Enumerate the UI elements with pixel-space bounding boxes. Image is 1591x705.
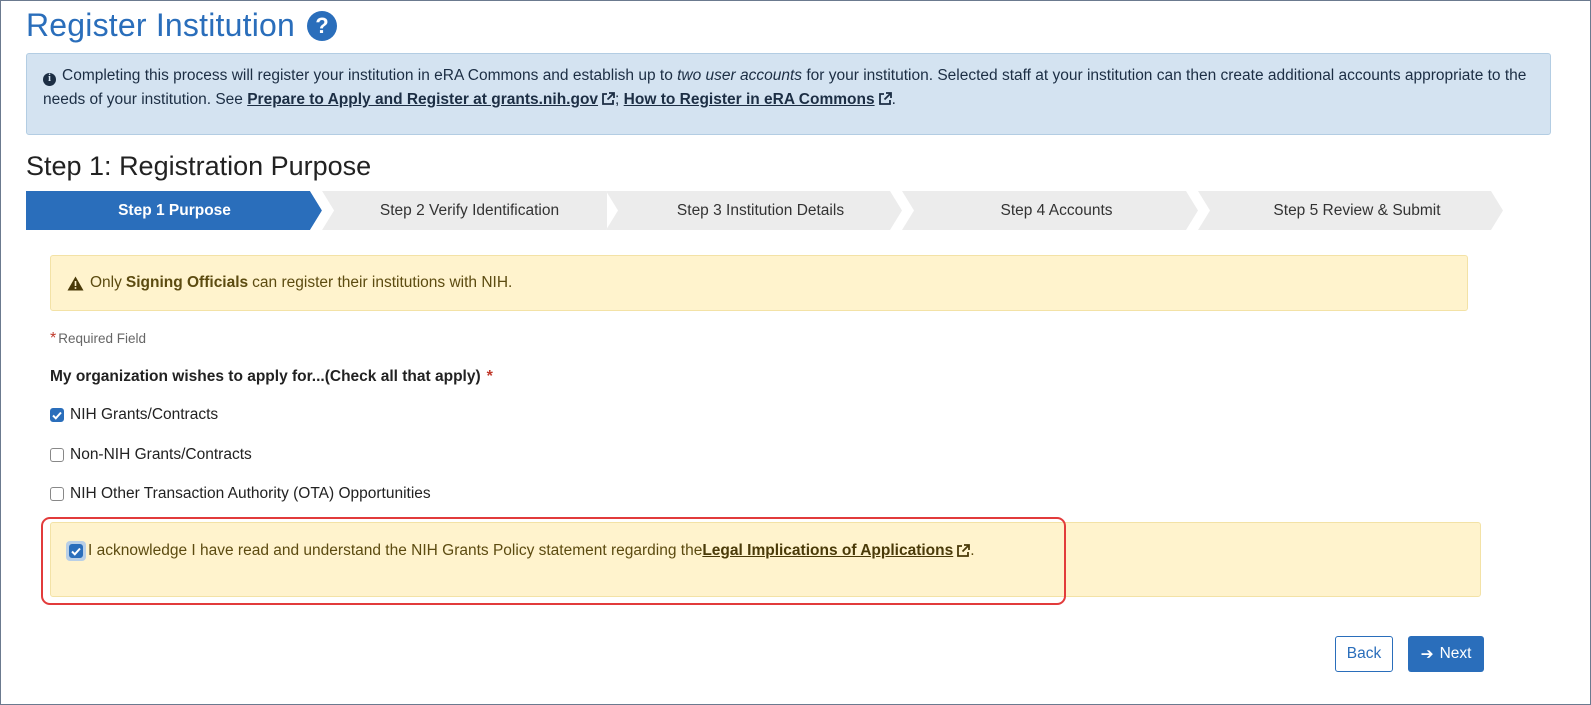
wizard-step-2-label: Step 2 Verify Identification	[379, 201, 560, 219]
next-button[interactable]: ➔ Next	[1408, 636, 1484, 672]
acknowledgement-highlight	[41, 517, 1066, 605]
nih-ota-checkbox[interactable]	[50, 487, 64, 501]
wizard-step-3[interactable]: Step 3 Institution Details	[606, 191, 903, 230]
checkmark-icon	[71, 547, 81, 556]
page-title-row: Register Institution ?	[26, 7, 338, 44]
wizard-step-4[interactable]: Step 4 Accounts	[902, 191, 1199, 230]
step-wizard: Step 1 Purpose Step 2 Verify Identificat…	[26, 191, 1506, 230]
wizard-step-5-label: Step 5 Review & Submit	[1273, 201, 1441, 219]
apply-for-question-label: My organization wishes to apply for...(C…	[50, 368, 481, 385]
wizard-step-5[interactable]: Step 5 Review & Submit	[1198, 191, 1504, 230]
wizard-step-3-label: Step 3 Institution Details	[676, 201, 845, 219]
back-button-label: Back	[1346, 645, 1382, 662]
how-to-register-link[interactable]: How to Register in eRA Commons	[624, 91, 875, 108]
warning-bold: Signing Officials	[125, 274, 249, 291]
required-field-note: * Required Field	[50, 330, 146, 348]
info-text-emphasis: two user accounts	[677, 67, 803, 84]
info-text-end: .	[891, 91, 896, 108]
acknowledgement-text: I acknowledge I have read and understand…	[88, 542, 703, 559]
page-frame: Register Institution ? i Completing this …	[0, 0, 1591, 705]
wizard-step-4-label: Step 4 Accounts	[1000, 201, 1113, 219]
apply-for-question: My organization wishes to apply for...(C…	[50, 368, 495, 386]
wizard-step-2[interactable]: Step 2 Verify Identification	[310, 191, 607, 230]
how-to-register-link-text: How to Register in eRA Commons	[623, 91, 875, 108]
warning-triangle-icon	[67, 276, 84, 290]
acknowledgement-checkbox[interactable]	[69, 544, 83, 558]
option-non-nih-grants[interactable]: Non-NIH Grants/Contracts	[50, 446, 252, 464]
non-nih-grants-checkbox[interactable]	[50, 448, 64, 462]
required-star: *	[50, 330, 57, 347]
nih-grants-label: NIH Grants/Contracts	[70, 406, 219, 423]
info-text-start: Completing this process will register yo…	[62, 67, 678, 84]
nih-grants-checkbox[interactable]	[50, 408, 64, 422]
nih-ota-label: NIH Other Transaction Authority (OTA) Op…	[70, 485, 431, 502]
external-link-icon	[878, 92, 892, 105]
legal-implications-link[interactable]: Legal Implications of Applications	[702, 542, 953, 560]
step-heading: Step 1: Registration Purpose	[26, 151, 372, 181]
question-circle-icon[interactable]: ?	[307, 10, 338, 41]
wizard-step-1-label: Step 1 Purpose	[118, 201, 231, 219]
acknowledgement-row[interactable]: I acknowledge I have read and understand…	[66, 541, 975, 561]
external-link-icon	[602, 92, 615, 105]
acknowledgement-checkbox-focus	[66, 541, 86, 561]
external-link-icon	[957, 544, 971, 557]
non-nih-grants-label: Non-NIH Grants/Contracts	[70, 446, 252, 463]
checkmark-icon	[52, 411, 62, 420]
arrow-right-icon: ➔	[1420, 645, 1434, 663]
option-nih-ota[interactable]: NIH Other Transaction Authority (OTA) Op…	[50, 485, 431, 503]
info-circle-icon: i	[43, 72, 56, 86]
signing-officials-warning: Only Signing Officials can register thei…	[50, 255, 1468, 311]
required-field-text: Required Field	[58, 331, 147, 346]
wizard-step-1[interactable]: Step 1 Purpose	[26, 191, 323, 230]
warning-suffix: can register their institutions with NIH…	[252, 274, 513, 291]
required-star: *	[486, 368, 493, 385]
info-banner: i Completing this process will register y…	[26, 53, 1551, 135]
legal-implications-link-text: Legal Implications of Applications	[702, 542, 954, 559]
prepare-to-apply-link[interactable]: Prepare to Apply and Register at grants.…	[247, 91, 598, 108]
next-button-label: Next	[1439, 645, 1472, 662]
option-nih-grants[interactable]: NIH Grants/Contracts	[50, 406, 218, 424]
acknowledgement-text-end: .	[970, 542, 975, 559]
warning-prefix: Only	[90, 274, 122, 291]
prepare-to-apply-link-text: Prepare to Apply and Register at grants.…	[247, 91, 599, 108]
info-separator: ;	[615, 91, 624, 108]
back-button[interactable]: Back	[1335, 636, 1393, 672]
page-title: Register Institution	[26, 7, 296, 43]
